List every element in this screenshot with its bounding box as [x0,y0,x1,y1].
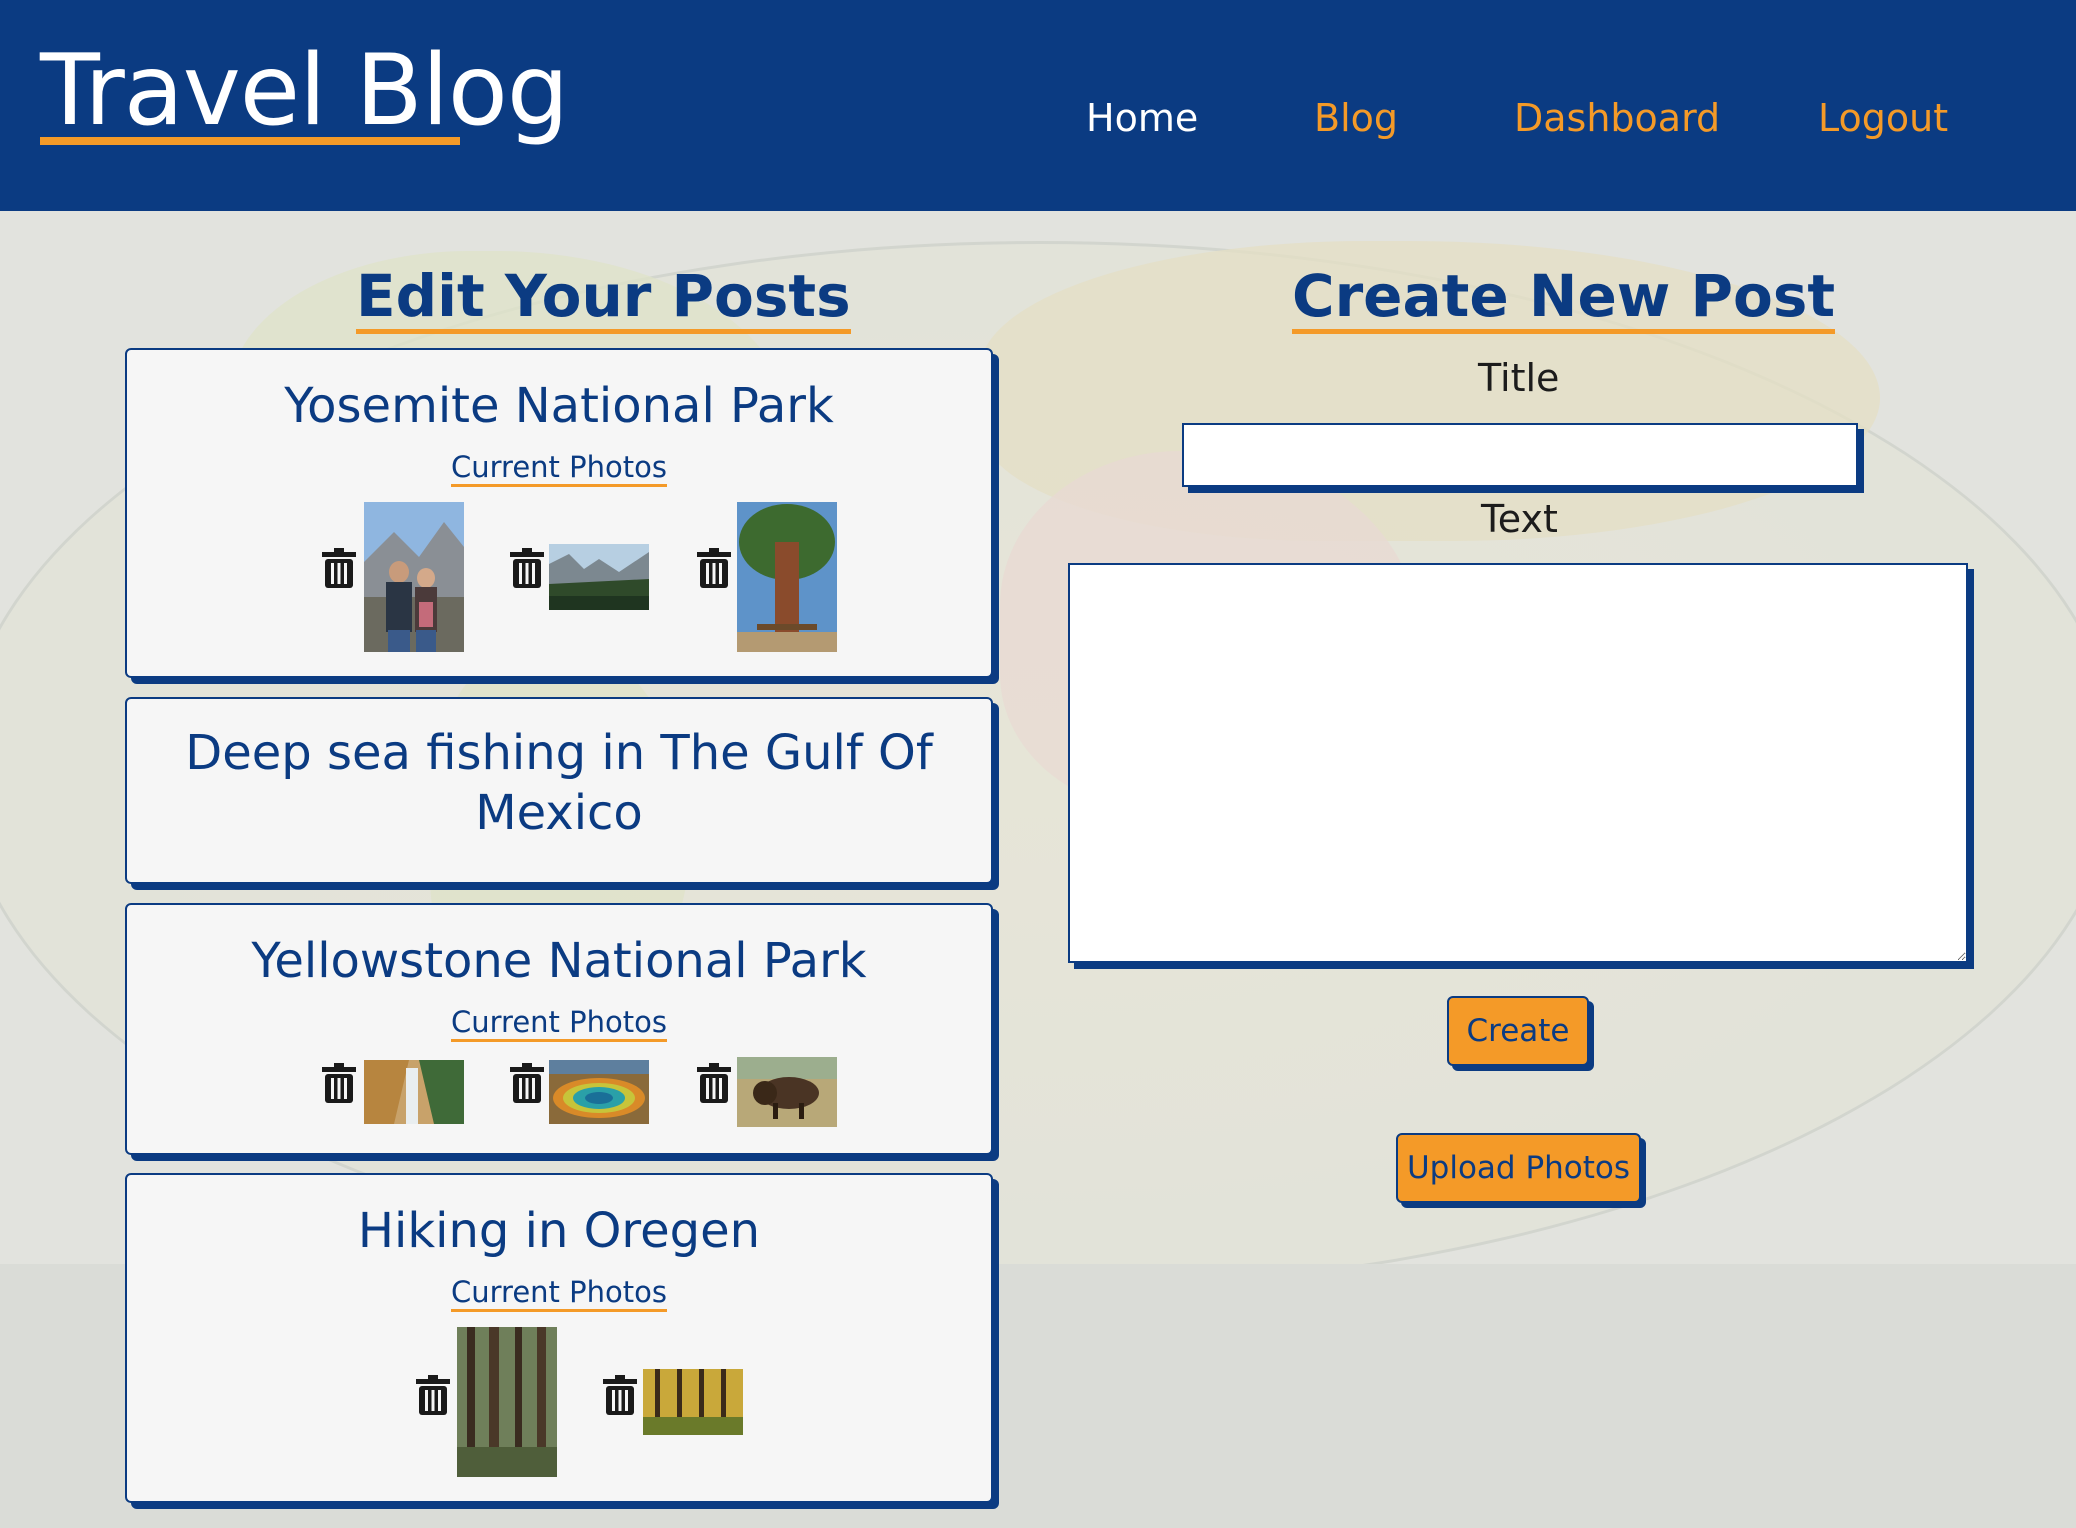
nav-dashboard-link[interactable]: Dashboard [1514,96,1720,140]
trash-icon[interactable] [697,548,731,588]
giant-sequoia-photo [737,502,837,652]
trash-icon[interactable] [510,548,544,588]
couple-at-yosemite-photo [364,502,464,652]
trash-icon[interactable] [510,1063,544,1103]
post-card-deep-sea-fishing[interactable]: Deep sea fishing in The Gulf Of Mexico [125,697,993,884]
nav-home-link[interactable]: Home [1086,96,1198,140]
forest-trail-photo [457,1327,557,1477]
current-photos-link[interactable]: Current Photos [127,1275,991,1312]
post-card-yosemite[interactable]: Yosemite National Park Current Photos [125,348,993,678]
create-post-heading: Create New Post [1292,262,1836,334]
post-card-yellowstone[interactable]: Yellowstone National Park Current Photos [125,903,993,1155]
post-title: Hiking in Oregen [357,1203,761,1259]
create-button[interactable]: Create [1447,996,1589,1066]
post-card-hiking-oregen[interactable]: Hiking in Oregen Current Photos [125,1173,993,1503]
site-header: Travel Blog Home Blog Dashboard Logout [0,0,2076,211]
autumn-forest-photo [643,1369,743,1435]
yosemite-valley-photo [549,544,649,610]
trash-icon[interactable] [322,548,356,588]
post-title-line2: Mexico [475,785,643,841]
text-textarea[interactable] [1068,563,1968,963]
site-brand[interactable]: Travel Blog [40,42,569,140]
current-photos-link[interactable]: Current Photos [127,450,991,487]
trash-icon[interactable] [603,1375,637,1415]
brand-underline [40,137,460,145]
grand-prismatic-spring-photo [549,1060,649,1124]
post-title-line1: Deep sea fishing in The Gulf Of [185,725,933,781]
post-title: Yellowstone National Park [251,933,867,989]
trash-icon[interactable] [322,1063,356,1103]
trash-icon[interactable] [416,1375,450,1415]
nav-blog-link[interactable]: Blog [1314,96,1398,140]
current-photos-link[interactable]: Current Photos [127,1005,991,1042]
yellowstone-falls-photo [364,1060,464,1124]
text-label: Text [1481,497,1558,541]
edit-posts-heading: Edit Your Posts [356,262,851,334]
title-input[interactable] [1182,423,1858,487]
post-title: Yosemite National Park [284,378,834,434]
bison-photo [737,1057,837,1127]
trash-icon[interactable] [697,1063,731,1103]
title-label: Title [1478,356,1560,400]
upload-photos-button[interactable]: Upload Photos [1396,1133,1641,1203]
nav-logout-link[interactable]: Logout [1818,96,1948,140]
